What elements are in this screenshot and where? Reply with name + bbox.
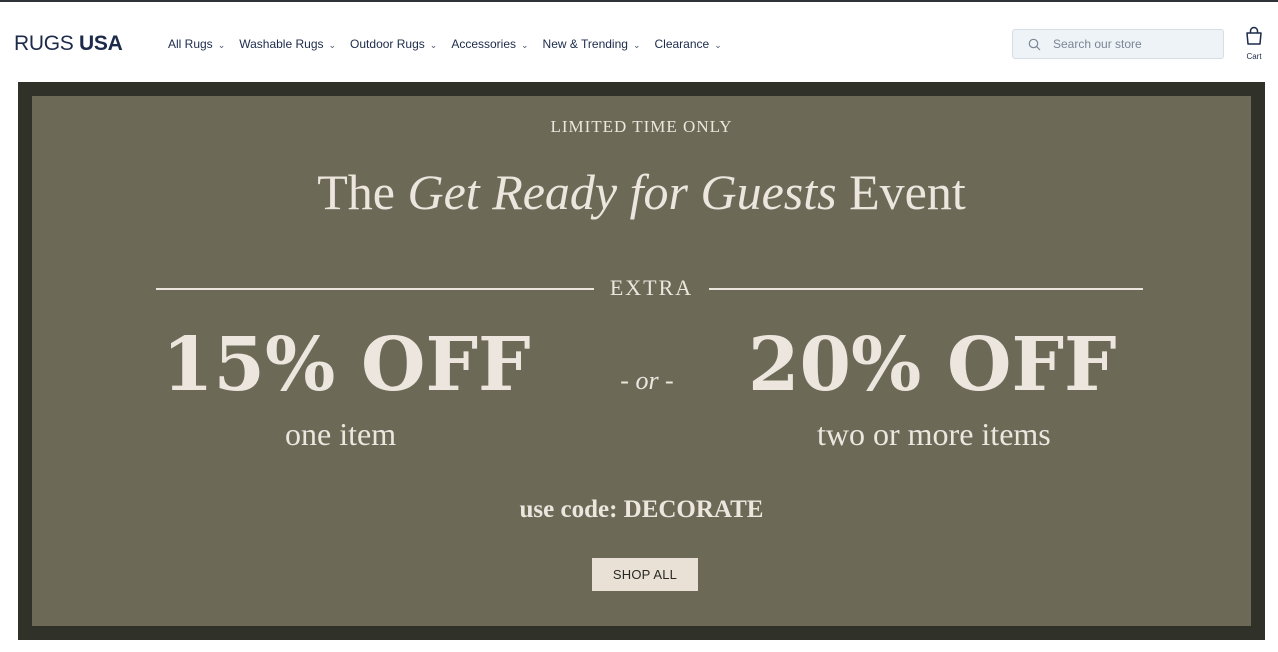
offer-left-amount: 15% OFF <box>162 322 531 408</box>
logo-text-usa: USA <box>79 32 123 55</box>
title-part-a: The <box>317 164 408 220</box>
nav-item-washable-rugs[interactable]: Washable Rugs ⌄ <box>239 36 336 52</box>
promo-banner[interactable]: LIMITED TIME ONLY The Get Ready for Gues… <box>32 96 1251 626</box>
chevron-down-icon: ⌄ <box>328 40 337 50</box>
chevron-down-icon: ⌄ <box>217 40 226 50</box>
cart-label: Cart <box>1246 52 1262 61</box>
nav-item-accessories[interactable]: Accessories ⌄ <box>451 36 528 52</box>
offer-right-amount: 20% OFF <box>748 322 1117 408</box>
chevron-down-icon: ⌄ <box>632 40 641 50</box>
search-input[interactable] <box>1053 34 1213 54</box>
divider-left <box>156 288 594 290</box>
chevron-down-icon: ⌄ <box>521 40 529 50</box>
title-part-c: Event <box>836 164 966 220</box>
promo-code: use code: DECORATE <box>519 496 764 523</box>
offer-left-detail: one item <box>285 416 397 452</box>
divider-right <box>709 288 1143 290</box>
nav-item-label: New & Trending <box>542 37 628 51</box>
nav-item-clearance[interactable]: Clearance ⌄ <box>654 36 721 52</box>
nav-item-new-trending[interactable]: New & Trending ⌄ <box>543 36 641 52</box>
offer-or-separator: - or - <box>620 366 674 395</box>
search-icon[interactable] <box>1023 33 1045 55</box>
chevron-down-icon: ⌄ <box>714 40 722 50</box>
title-part-b: Get Ready for Guests <box>407 164 837 220</box>
search-box[interactable] <box>1012 29 1224 59</box>
main-nav: All Rugs ⌄ Washable Rugs ⌄ Outdoor Rugs … <box>168 36 736 52</box>
banner-title: The Get Ready for Guests Event <box>32 162 1251 222</box>
banner-extra-label: EXTRA <box>609 275 694 300</box>
chevron-down-icon: ⌄ <box>429 40 438 50</box>
nav-item-label: All Rugs <box>168 37 213 51</box>
nav-item-outdoor-rugs[interactable]: Outdoor Rugs ⌄ <box>350 36 437 52</box>
site-logo[interactable]: RUGS USA <box>14 32 123 55</box>
cart-button[interactable]: Cart <box>1239 26 1269 66</box>
page: RUGS USA All Rugs ⌄ Washable Rugs ⌄ Outd… <box>0 0 1278 652</box>
logo-text-rugs: RUGS <box>14 32 80 55</box>
nav-item-all-rugs[interactable]: All Rugs ⌄ <box>168 36 225 52</box>
shopping-bag-icon <box>1245 26 1263 51</box>
site-header: RUGS USA All Rugs ⌄ Washable Rugs ⌄ Outd… <box>0 2 1278 80</box>
nav-item-label: Outdoor Rugs <box>350 37 425 51</box>
nav-item-label: Accessories <box>451 37 516 51</box>
shop-all-button[interactable]: SHOP ALL <box>592 558 698 591</box>
offer-right-detail: two or more items <box>817 416 1051 452</box>
banner-eyebrow: LIMITED TIME ONLY <box>550 117 733 136</box>
nav-item-label: Washable Rugs <box>239 37 324 51</box>
nav-item-label: Clearance <box>654 37 710 51</box>
